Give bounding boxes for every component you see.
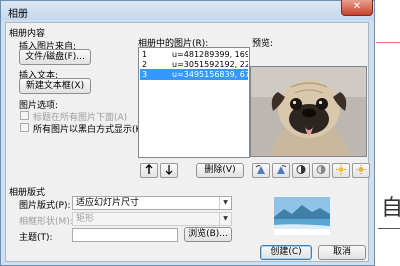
preview-image bbox=[250, 66, 367, 157]
contrast-decrease-button[interactable] bbox=[312, 163, 330, 178]
background-text: 自 bbox=[381, 196, 400, 221]
list-item-selected[interactable]: 3 u=3495156839, 676870 bbox=[140, 69, 248, 80]
create-button[interactable]: 创建(C) bbox=[260, 245, 312, 260]
move-up-button[interactable] bbox=[140, 163, 158, 178]
theme-label: 主题(T): bbox=[19, 233, 53, 243]
chevron-down-icon: ▼ bbox=[219, 213, 231, 225]
list-item-number: 3 bbox=[142, 70, 148, 79]
album-content-heading: 相册内容 bbox=[9, 29, 46, 39]
rotate-left-icon bbox=[255, 165, 265, 174]
file-disk-button[interactable]: 文件/磁盘(F)... bbox=[19, 49, 91, 65]
list-item-name: u=3495156839, 676870 bbox=[172, 70, 248, 79]
layout-preview-thumbnail bbox=[274, 197, 330, 235]
contrast-up-icon bbox=[296, 165, 306, 174]
picture-layout-value: 适应幻灯片尺寸 bbox=[76, 198, 140, 208]
background-line bbox=[376, 42, 400, 43]
contrast-increase-button[interactable] bbox=[292, 163, 310, 178]
rotate-right-button[interactable] bbox=[272, 163, 290, 178]
chevron-down-icon: ▼ bbox=[219, 197, 231, 209]
delete-button[interactable]: 删除(V) bbox=[196, 163, 244, 178]
background-underline bbox=[378, 228, 400, 229]
caption-below-checkbox[interactable] bbox=[20, 111, 29, 120]
brightness-up-icon bbox=[336, 164, 346, 175]
arrow-down-icon bbox=[165, 165, 173, 175]
picture-layout-select[interactable]: 适应幻灯片尺寸 ▼ bbox=[72, 196, 232, 210]
window-title: 相册 bbox=[8, 9, 28, 20]
picture-layout-label: 图片版式(P): bbox=[19, 201, 71, 211]
new-textbox-button[interactable]: 新建文本框(X) bbox=[19, 78, 91, 94]
brightness-increase-button[interactable] bbox=[332, 163, 350, 178]
frame-shape-value: 矩形 bbox=[76, 214, 95, 224]
frame-shape-select[interactable]: 矩形 ▼ bbox=[72, 212, 232, 226]
background-document bbox=[375, 0, 400, 266]
rotate-right-icon bbox=[277, 165, 287, 174]
close-button[interactable]: ✕ bbox=[341, 0, 373, 16]
black-white-checkbox[interactable] bbox=[20, 123, 29, 132]
landscape-thumbnail bbox=[274, 197, 330, 235]
theme-field[interactable] bbox=[72, 228, 178, 242]
pictures-listbox[interactable]: 1 u=481289399, 1691700 2 u=3051592192, 2… bbox=[138, 47, 250, 158]
album-layout-heading: 相册版式 bbox=[9, 188, 46, 198]
frame-shape-label: 相框形状(M): bbox=[19, 217, 73, 227]
move-down-button[interactable] bbox=[160, 163, 178, 178]
arrow-up-icon bbox=[145, 164, 153, 174]
contrast-down-icon bbox=[316, 165, 326, 174]
brightness-decrease-button[interactable] bbox=[352, 163, 370, 178]
rotate-left-button[interactable] bbox=[252, 163, 270, 178]
brightness-down-icon bbox=[356, 165, 366, 174]
black-white-label: 所有图片以黑白方式显示(K) bbox=[33, 125, 145, 135]
browse-button[interactable]: 浏览(B)... bbox=[184, 227, 232, 242]
title-bar[interactable]: 相册 bbox=[1, 1, 374, 20]
preview-label: 预览: bbox=[252, 39, 274, 49]
pug-photo bbox=[251, 67, 366, 156]
cancel-button[interactable]: 取消 bbox=[318, 245, 366, 260]
